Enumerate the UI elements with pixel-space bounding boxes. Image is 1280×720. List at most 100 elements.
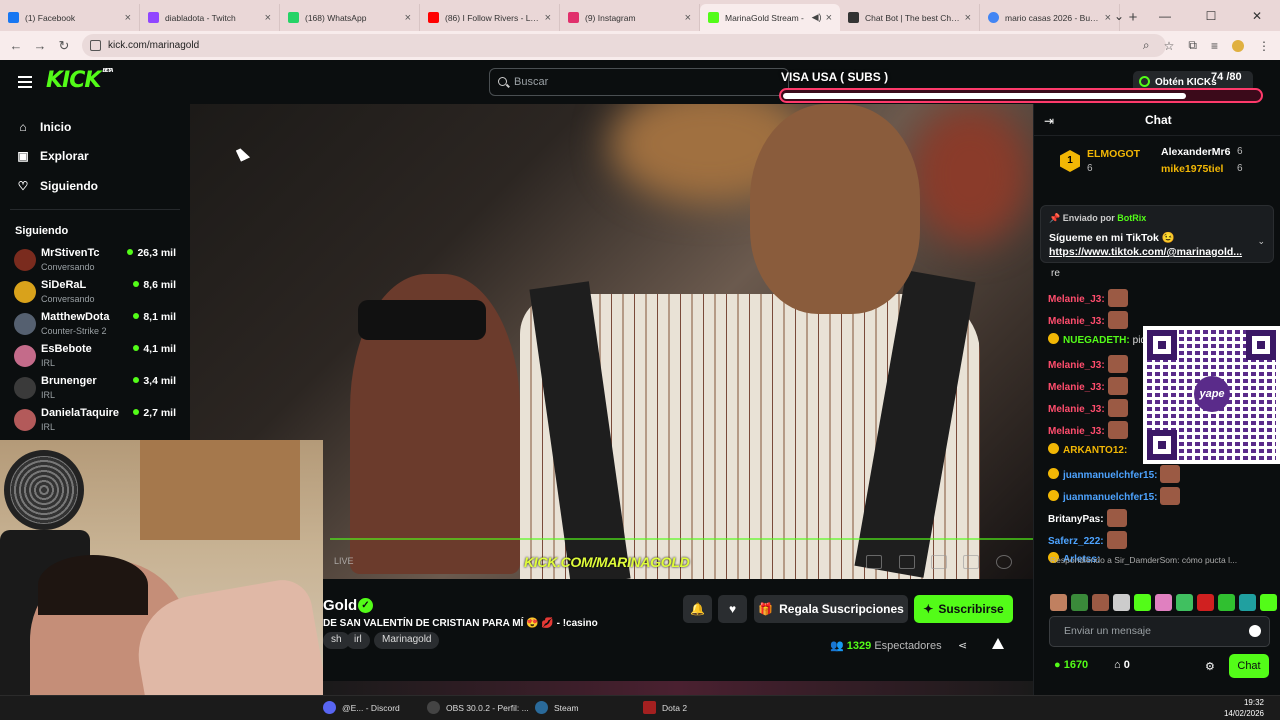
browser-tab[interactable]: (9) Instagram × [560,4,700,31]
chat-username[interactable]: Melanie_J3: [1048,426,1105,437]
browser-tab[interactable]: Chat Bot | The best ChatB × [840,4,980,31]
chat-message[interactable]: Melanie_J3: [1048,289,1128,307]
chat-input[interactable]: Enviar un mensaje [1049,616,1270,647]
speaker-icon[interactable]: ◀) [812,12,822,23]
chat-username[interactable]: Melanie_J3: [1048,404,1105,415]
tiktok-link[interactable]: https://www.tiktok.com/@marinagold... [1049,246,1242,258]
menu-dots-icon[interactable]: ⋮ [1258,39,1270,53]
chat-username[interactable]: juanmanuelchfer15: [1063,492,1157,503]
settings-gear-icon[interactable] [996,555,1012,569]
chat-message[interactable]: juanmanuelchfer15: [1048,465,1181,483]
browser-tab[interactable]: (1) Facebook × [0,4,140,31]
back-icon[interactable]: ← [4,38,28,53]
emote-icon[interactable] [1113,594,1130,611]
chat-username[interactable]: ARKANTO12: [1063,445,1127,456]
chevron-down-icon[interactable]: ⌄ [1096,0,1142,31]
chat-username[interactable]: Melanie_J3: [1048,382,1105,393]
sidebar-item-explorar[interactable]: ▣ Explorar [16,149,88,163]
chat-message[interactable]: NUEGADETH: pid [1048,333,1146,346]
media-icon[interactable]: ≡ [1211,39,1218,53]
emote-icon[interactable] [1050,594,1067,611]
reload-icon[interactable]: ↻ [52,38,76,54]
channel-name[interactable]: Gold [323,597,357,614]
forward-icon[interactable]: → [28,38,52,53]
chat-username[interactable]: Melanie_J3: [1048,316,1105,327]
close-tab-icon[interactable]: × [125,12,131,24]
profile-icon[interactable] [1232,39,1244,52]
maximize-icon[interactable]: ☐ [1188,0,1234,31]
site-info-icon[interactable] [90,40,101,51]
gift-subs-button[interactable]: 🎁 Regala Suscripciones [754,595,908,623]
emote-icon[interactable] [1239,594,1256,611]
url-field[interactable]: kick.com/marinagold [82,34,1166,57]
collapse-chat-icon[interactable]: ⇥ [1044,114,1054,128]
chat-message[interactable]: ARKANTO12: [1048,443,1127,456]
menu-icon[interactable] [18,76,32,88]
emote-icon[interactable] [1071,594,1088,611]
emote-icon[interactable] [1176,594,1193,611]
emote-icon[interactable] [1218,594,1235,611]
chevron-down-icon[interactable]: ⌄ [1257,236,1265,247]
emote-icon[interactable] [1092,594,1109,611]
bookmark-star-icon[interactable]: ☆ [1164,39,1175,53]
followed-channel[interactable]: MrStivenTc Conversando 26,3 mil [14,247,180,277]
stream-tag[interactable]: irl [346,632,370,649]
close-tab-icon[interactable]: × [826,12,832,24]
chat-message[interactable]: Melanie_J3: [1048,377,1128,395]
stream-tag[interactable]: Marinagold [374,632,440,649]
share-icon[interactable]: ⋖ [958,639,967,652]
taskbar-item[interactable]: Steam [535,701,579,714]
taskbar-item[interactable]: Dota 2 [643,701,687,714]
chat-username[interactable]: BritanyPas: [1048,514,1104,525]
emote-icon[interactable] [1260,594,1277,611]
extensions-icon[interactable]: ⧉ [1188,38,1197,53]
chat-message[interactable]: BritanyPas: [1048,509,1127,527]
chat-message[interactable]: Melanie_J3: [1048,355,1128,373]
followed-channel[interactable]: Brunenger IRL 3,4 mil [14,375,180,405]
sidebar-item-siguiendo[interactable]: ♡ Siguiendo [16,179,98,193]
theater-mode-icon[interactable] [899,555,915,569]
emote-icon[interactable] [1134,594,1151,611]
chat-message[interactable]: Melanie_J3: [1048,399,1128,417]
taskbar-item[interactable]: OBS 30.0.2 - Perfil: ... [427,701,529,714]
chat-send-button[interactable]: Chat [1229,654,1269,678]
close-tab-icon[interactable]: × [405,12,411,24]
browser-tab[interactable]: (168) WhatsApp × [280,4,420,31]
search-input[interactable]: Buscar [489,68,789,96]
chat-message[interactable]: re [1048,268,1060,279]
chat-message[interactable]: Melanie_J3: [1048,311,1128,329]
kick-logo[interactable]: KICK BETA [46,68,114,93]
browser-tab-active[interactable]: MarinaGold Stream - ◀) × [700,4,840,31]
fullscreen-icon[interactable] [963,555,979,569]
chat-message[interactable]: juanmanuelchfer15: [1048,487,1181,505]
chat-message[interactable]: Melanie_J3: [1048,421,1128,439]
chat-message[interactable]: Saferz_222: [1048,531,1127,549]
browser-tab[interactable]: diabladota - Twitch × [140,4,280,31]
emote-icon[interactable] [1155,594,1172,611]
follow-heart-button[interactable]: ♥ [718,595,747,623]
emote-icon[interactable] [1197,594,1214,611]
sidebar-item-inicio[interactable]: ⌂ Inicio [16,120,71,134]
minimize-icon[interactable]: — [1142,0,1188,31]
clock[interactable]: 19:32 14/02/2026 [1224,697,1264,719]
followed-channel[interactable]: DanielaTaquire IRL 2,7 mil [14,407,180,437]
close-window-icon[interactable]: ✕ [1234,0,1280,31]
report-warning-icon[interactable] [992,638,1004,649]
clip-icon[interactable] [931,555,947,569]
followed-channel[interactable]: EsBebote IRL 4,1 mil [14,343,180,373]
zoom-icon[interactable]: ⌕ [1143,38,1150,53]
chat-settings-icon[interactable]: ⚙ [1205,660,1215,673]
close-tab-icon[interactable]: × [685,12,691,24]
notification-bell-button[interactable]: 🔔 [683,595,712,623]
chat-username[interactable]: NUEGADETH: [1063,335,1130,346]
taskbar-item[interactable]: @E... - Discord [323,701,400,714]
close-tab-icon[interactable]: × [265,12,271,24]
chat-username[interactable]: juanmanuelchfer15: [1063,470,1157,481]
chat-username[interactable]: Saferz_222: [1048,536,1104,547]
emoji-picker-icon[interactable] [1249,625,1261,637]
chat-username[interactable]: Melanie_J3: [1048,360,1105,371]
browser-tab[interactable]: (86) I Follow Rivers - Lykke × [420,4,560,31]
close-tab-icon[interactable]: × [545,12,551,24]
followed-channel[interactable]: MatthewDota Counter-Strike 2 8,1 mil [14,311,180,341]
chat-username[interactable]: Melanie_J3: [1048,294,1105,305]
